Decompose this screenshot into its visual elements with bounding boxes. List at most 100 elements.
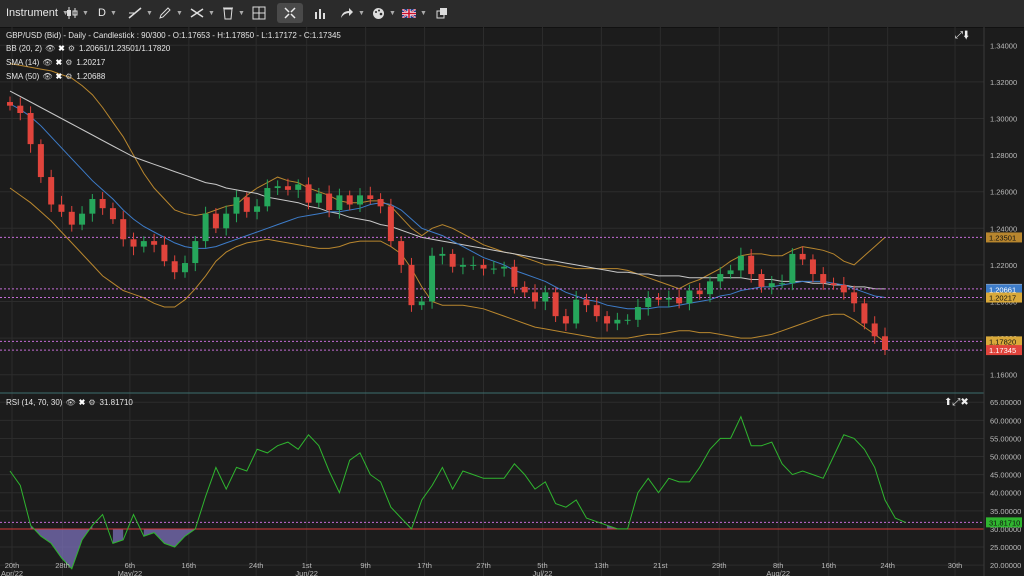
rsi-y-tick-label: 45.00000 [990, 471, 1021, 480]
x-tick-label: 9th [360, 561, 370, 570]
candle-body [212, 213, 219, 229]
candle [562, 308, 569, 331]
price-label-text: 1.17820 [989, 337, 1016, 346]
instrument-menu[interactable]: Instrument ▼ [6, 3, 69, 23]
candle [151, 233, 158, 253]
candlestick-icon [67, 7, 78, 19]
sma14-line [9, 103, 886, 310]
candle-body [737, 255, 744, 271]
candle-body [809, 259, 816, 275]
candle-body [182, 263, 188, 273]
eye-icon[interactable]: 👁 [42, 58, 52, 67]
delete-tool-menu[interactable]: ▼ [222, 3, 245, 23]
indicators-button[interactable] [314, 3, 326, 23]
candle-body [717, 274, 724, 282]
layout-button[interactable] [252, 3, 266, 23]
candle-body [254, 206, 261, 212]
instrument-label: Instrument [6, 7, 58, 19]
legend-sma50-name: SMA (50) [6, 72, 40, 81]
price-level-lines [0, 236, 984, 351]
candle-body [748, 255, 755, 275]
draw-tool-menu[interactable]: ▼ [158, 3, 183, 23]
y-tick-label: 1.30000 [990, 115, 1017, 124]
candle-body [511, 266, 518, 287]
shape-tool-menu[interactable]: ▼ [190, 3, 215, 23]
candle-body [459, 264, 466, 267]
fullscreen-button[interactable] [277, 3, 303, 23]
candle [727, 264, 734, 279]
gear-icon[interactable]: ⚙ [65, 58, 72, 67]
chevron-down-icon: ▼ [389, 9, 396, 17]
candle-body [223, 213, 230, 229]
candle-body [17, 105, 24, 114]
candle-body [68, 211, 75, 225]
share-menu[interactable]: ▼ [340, 3, 365, 23]
candle [429, 247, 436, 309]
candle-body [243, 197, 250, 212]
candle [182, 255, 188, 278]
candle-body [274, 186, 281, 189]
candle-body [418, 301, 425, 306]
close-icon[interactable]: ✖ [58, 44, 65, 53]
move-down-icon[interactable]: ⬇ [963, 30, 969, 41]
candle [665, 290, 672, 308]
expand-icon[interactable]: ⤢ [955, 30, 963, 41]
close-icon[interactable]: ✖ [79, 398, 86, 407]
candle-body [48, 177, 55, 205]
legend-sma50-value: 1.20688 [76, 72, 106, 81]
toolbar: Instrument ▼ ▼ D ▼ ▼ ▼ ▼ ▼ ▼ ▼ ▼ [0, 0, 1024, 28]
candle-body [346, 195, 353, 205]
x-tick-label: 17th [417, 561, 432, 570]
rsi-y-tick-label: 60.00000 [990, 416, 1021, 425]
close-pane-icon[interactable]: ✖ [960, 397, 968, 408]
timeframe-menu[interactable]: D ▼ [98, 3, 117, 23]
candle-body [851, 292, 858, 304]
candle-body [171, 261, 178, 273]
candle [48, 169, 55, 213]
chart-info: GBP/USD (Bid) - Daily - Candlestick : 90… [6, 31, 341, 40]
candle [99, 192, 106, 215]
eye-icon[interactable]: 👁 [45, 44, 55, 53]
price-label: 1.23501 [986, 232, 1022, 243]
close-icon[interactable]: ✖ [56, 72, 63, 81]
gear-icon[interactable]: ⚙ [68, 44, 75, 53]
candle [37, 139, 44, 183]
candle-body [109, 208, 116, 220]
language-menu[interactable]: ▼ [402, 3, 427, 23]
candle-body [377, 199, 384, 207]
candle-body [295, 184, 302, 190]
eye-icon[interactable]: 👁 [42, 72, 52, 81]
candle-body [7, 102, 13, 106]
legend-sma14: SMA (14) 👁 ✖ ⚙ 1.20217 [6, 58, 105, 67]
candle [809, 254, 816, 283]
rsi-y-tick-label: 25.00000 [990, 543, 1021, 552]
candle [233, 190, 240, 223]
candle-body [727, 270, 734, 275]
theme-menu[interactable]: ▼ [372, 3, 396, 23]
line-tool-menu[interactable]: ▼ [128, 3, 153, 23]
chevron-down-icon: ▼ [358, 9, 365, 17]
candle [532, 284, 538, 309]
x-tick-label: 30th [948, 561, 963, 570]
gear-icon[interactable]: ⚙ [88, 398, 95, 407]
price-label-text: 1.20217 [989, 294, 1016, 303]
eye-icon[interactable]: 👁 [65, 398, 75, 407]
y-tick-label: 1.16000 [990, 371, 1017, 380]
chevron-down-icon: ▼ [109, 9, 117, 17]
popout-button[interactable] [436, 3, 448, 23]
close-icon[interactable]: ✖ [56, 58, 63, 67]
chevron-down-icon: ▼ [82, 9, 89, 17]
legend-rsi: RSI (14, 70, 30) 👁 ✖ ⚙ 31.81710 [6, 398, 133, 407]
chart-type-menu[interactable]: ▼ [66, 3, 89, 23]
candle-body [367, 195, 374, 200]
candle-body [593, 305, 600, 317]
gear-icon[interactable]: ⚙ [65, 72, 72, 81]
candle [398, 236, 405, 273]
candle [439, 247, 446, 265]
candle-body [768, 283, 775, 287]
candle [254, 199, 261, 220]
candle [274, 180, 281, 195]
rsi-pane-controls: ⬆⤢✖ [944, 397, 969, 408]
candle-body [614, 319, 621, 324]
candle-body [861, 303, 868, 324]
